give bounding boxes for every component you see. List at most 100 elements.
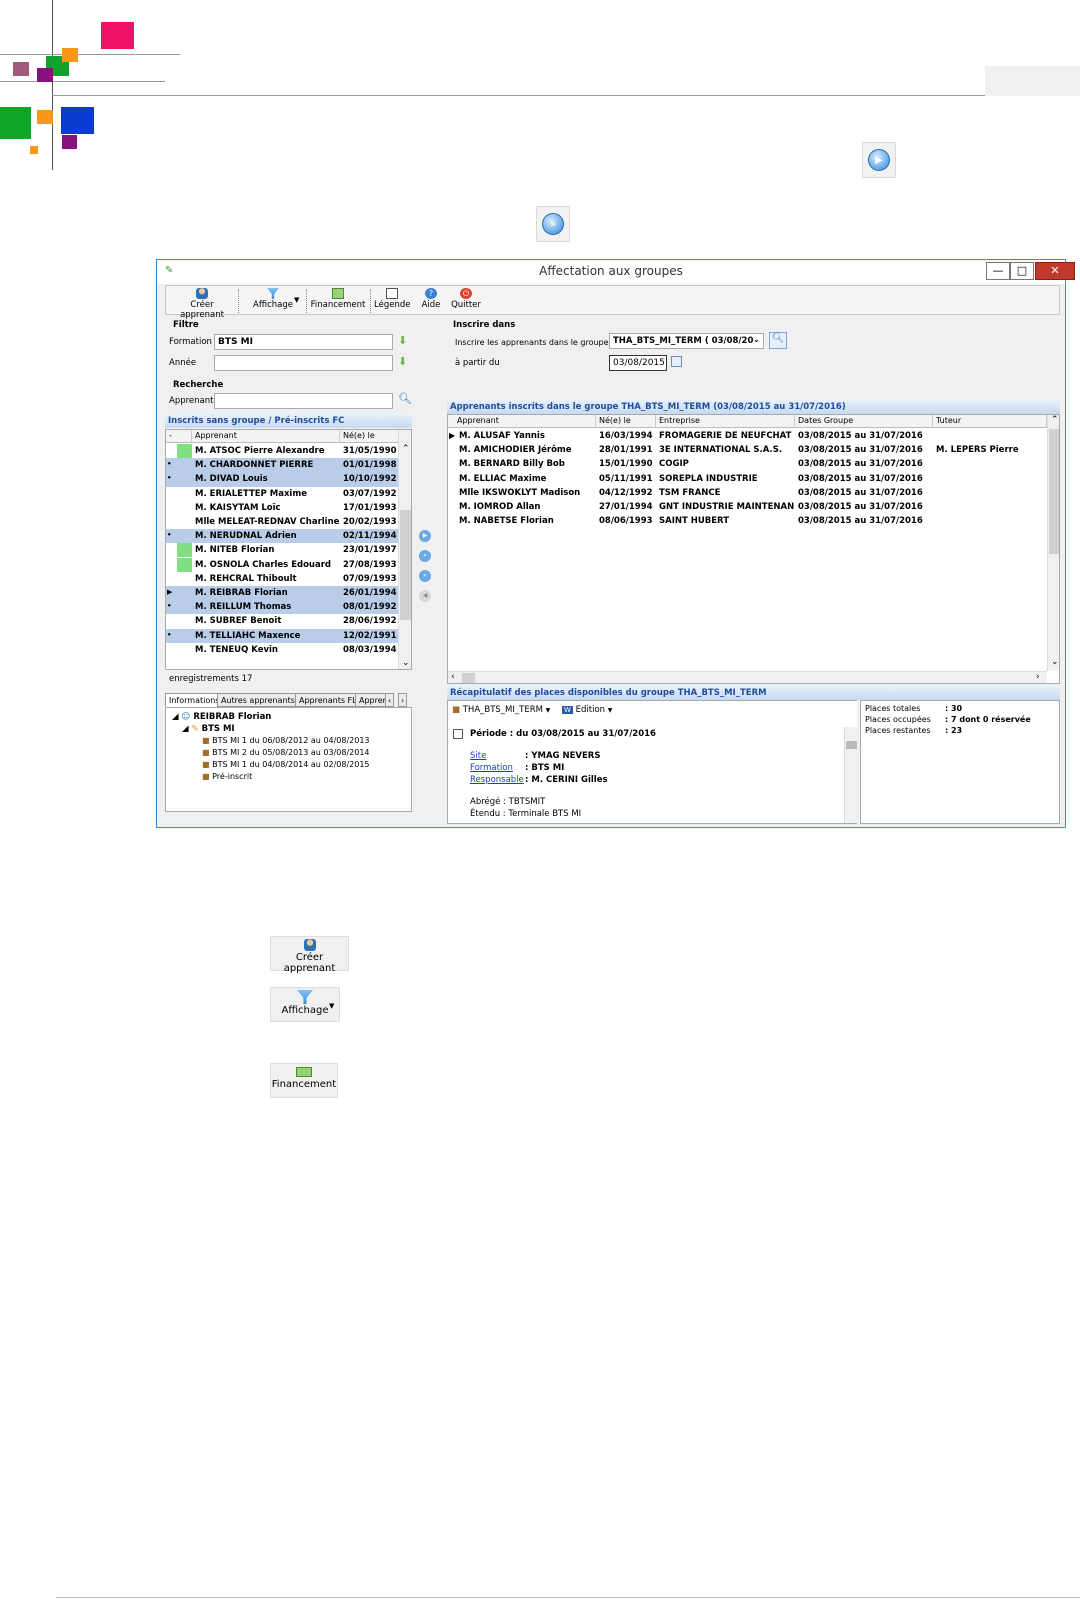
table-row[interactable]: M. REHCRAL Thiboult 07/09/1993 [166, 572, 399, 586]
move-all-left-button[interactable]: « [419, 570, 431, 582]
maximize-button[interactable]: □ [1010, 262, 1034, 280]
table-row[interactable]: • M. REILLUM Thomas 08/01/1992 [166, 600, 399, 615]
row-company: TSM FRANCE [659, 487, 721, 498]
right-grid-vscrollbar[interactable]: ⌃ ⌄ [1047, 415, 1059, 671]
table-row[interactable]: M. ELLIAC Maxime 05/11/1991 SOREPLA INDUST… [448, 472, 1047, 486]
tab-informations[interactable]: Informations [165, 693, 224, 707]
create-learner-illustration[interactable]: Créer apprenant [270, 936, 349, 974]
row-learner: M. ATSOC Pierre Alexandre [195, 446, 325, 456]
tree-formation[interactable]: ◢ ✎ BTS MI [182, 724, 235, 734]
row-status-color [177, 472, 192, 486]
places-occupied: Places occupées: 7 dont 0 réservée [865, 715, 1031, 724]
row-status-color [177, 557, 192, 572]
down-arrow-icon[interactable]: ⬇ [398, 355, 407, 368]
row-status-color [177, 529, 192, 543]
scroll-thumb[interactable] [846, 741, 857, 749]
table-row[interactable]: • M. TELLIAHC Maxence 12/02/1991 [166, 628, 399, 643]
table-row[interactable]: M. BERNARD Billy Bob 15/01/1990 COGIP 03/08… [448, 457, 1047, 471]
table-row[interactable]: M. ERIALETTEP Maxime 03/07/1992 [166, 487, 399, 501]
next-button-illustration[interactable]: ▶ [862, 142, 896, 178]
scroll-thumb[interactable] [400, 510, 411, 620]
left-grid-heading: Inscrits sans groupe / Pré-inscrits FC [165, 414, 412, 428]
next-all-button-illustration[interactable]: » [536, 206, 570, 242]
table-row[interactable]: M. SUBREF Benoit 28/06/1992 [166, 614, 399, 628]
table-row[interactable]: M. KAISYTAM Loïc 17/01/1993 [166, 501, 399, 515]
search-group-button[interactable]: 🔍︎ [769, 332, 787, 349]
scroll-thumb[interactable] [462, 673, 475, 683]
edition-dropdown-button[interactable]: W Edition ▼ [562, 705, 612, 715]
create-learner-button[interactable]: Créer apprenant [170, 288, 234, 320]
year-input[interactable] [214, 355, 393, 371]
table-row[interactable]: Mlle MELEAT-REDNAV Charline 20/02/1993 [166, 515, 399, 529]
right-grid-hscrollbar[interactable]: ‹ › [448, 671, 1047, 683]
move-one-left-button[interactable]: ◀ [419, 590, 431, 602]
from-date-input[interactable]: 03/08/2015 [609, 355, 667, 371]
move-one-right-button[interactable]: ▶ [419, 530, 431, 542]
quit-button[interactable]: ⏻ Quitter [450, 288, 482, 310]
display-illustration[interactable]: Affichage ▼ [270, 987, 340, 1022]
table-row[interactable]: ▶ M. ALUSAF Yannis 16/03/1994 FROMAGERIE DE… [448, 429, 1047, 443]
close-button[interactable]: ✕ [1035, 262, 1075, 280]
tab-scroll-left[interactable]: ‹ [385, 693, 395, 707]
row-marker [166, 487, 177, 501]
table-row[interactable]: • M. NERUDNAL Adrien 02/11/1994 [166, 529, 399, 544]
table-row[interactable]: M. OSNOLA Charles Edouard 27/08/1993 [166, 557, 399, 572]
responsible-link[interactable]: Responsable [470, 775, 525, 785]
recap-scrollbar[interactable] [844, 727, 857, 823]
financing-button[interactable]: Financement [309, 288, 367, 310]
scroll-thumb[interactable] [1049, 429, 1059, 554]
recap-period: Période : du 03/08/2015 au 31/07/2016 [470, 729, 656, 739]
row-dates: 03/08/2015 au 31/07/2016 [798, 445, 923, 456]
fast-forward-icon: » [542, 213, 564, 235]
right-col-dates[interactable]: Dates Groupe [795, 415, 933, 428]
help-button[interactable]: ? Aide [418, 288, 444, 310]
tree-item[interactable]: ■ BTS MI 1 du 04/08/2014 au 02/08/2015 [202, 760, 370, 769]
left-col-marker[interactable]: - [166, 430, 192, 443]
financing-illustration[interactable]: Financement [270, 1063, 338, 1098]
tree-item[interactable]: ■ BTS MI 2 du 05/08/2013 au 03/08/2014 [202, 748, 370, 757]
table-row[interactable]: M. ATSOC Pierre Alexandre 31/05/1990 [166, 444, 399, 458]
formation-link[interactable]: Formation [470, 763, 525, 773]
table-row[interactable]: M. NITEB Florian 23/01/1997 [166, 543, 399, 558]
briefcase-icon: ■ [452, 705, 461, 715]
row-born: 26/01/1994 [343, 588, 397, 598]
right-col-tutor[interactable]: Tuteur [933, 415, 1047, 428]
footer-line [56, 1597, 1080, 1598]
table-row[interactable]: Mlle IKSWOKLYT Madison 04/12/1992 TSM FRAN… [448, 486, 1047, 500]
tree-item[interactable]: ■ BTS MI 1 du 06/08/2012 au 04/08/2013 [202, 736, 370, 745]
minimize-button[interactable]: — [986, 262, 1010, 280]
left-col-learner[interactable]: Apprenant [192, 430, 340, 443]
row-status-color [177, 600, 192, 614]
table-row[interactable]: M. TENEUQ Kevin 08/03/1994 [166, 643, 399, 657]
move-all-right-button[interactable]: » [419, 550, 431, 562]
group-dropdown-button[interactable]: ■ THA_BTS_MI_TERM ▼ [452, 705, 550, 715]
group-select[interactable]: THA_BTS_MI_TERM ( 03/08/20 ⌄ [609, 333, 764, 349]
calendar-icon[interactable] [671, 356, 682, 367]
learner-search-input[interactable] [214, 393, 393, 409]
recap-site-row: Site: YMAG NEVERS [470, 751, 600, 761]
table-row[interactable]: M. AMICHODIER Jérôme 28/01/1991 3E INTERNA… [448, 443, 1047, 457]
formation-input[interactable]: BTS MI [214, 334, 393, 350]
right-col-born[interactable]: Né(e) le [596, 415, 656, 428]
table-row[interactable]: ▶ M. REIBRAB Florian 26/01/1994 [166, 586, 399, 601]
tree-root[interactable]: ◢ ☺ REIBRAB Florian [172, 712, 271, 722]
search-icon[interactable]: 🔍︎ [398, 392, 412, 405]
tab-scroll-right[interactable]: › [398, 693, 408, 707]
left-col-born[interactable]: Né(e) le [340, 430, 399, 443]
right-col-company[interactable]: Entreprise [656, 415, 795, 428]
display-button[interactable]: Affichage ▼ [244, 288, 302, 310]
tab-other-learners[interactable]: Autres apprenants [217, 693, 299, 707]
filter-icon [297, 990, 313, 1004]
table-row[interactable]: • M. CHARDONNET PIERRE 01/01/1998 [166, 458, 399, 473]
tab-learners-fl[interactable]: Apprenants FL [295, 693, 361, 707]
deco-square-purple-small [37, 68, 53, 82]
right-col-learner[interactable]: Apprenant [448, 415, 596, 428]
legend-button[interactable]: Légende [374, 288, 410, 310]
left-grid-scrollbar[interactable]: ⌃ ⌄ [398, 430, 411, 669]
down-arrow-icon[interactable]: ⬇ [398, 334, 407, 347]
table-row[interactable]: • M. DIVAD Louis 10/10/1992 [166, 472, 399, 487]
table-row[interactable]: M. IOMROD Allan 27/01/1994 GNT INDUSTRIE M… [448, 500, 1047, 514]
tree-item[interactable]: ■ Pré-inscrit [202, 772, 252, 781]
table-row[interactable]: M. NABETSE Florian 08/06/1993 SAINT HUBERT… [448, 514, 1047, 528]
site-link[interactable]: Site [470, 751, 525, 761]
